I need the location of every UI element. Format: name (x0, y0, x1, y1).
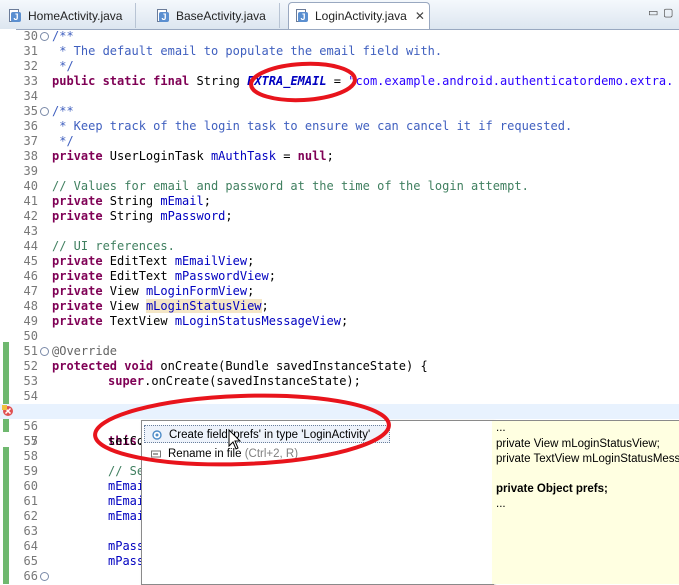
fold-icon[interactable] (40, 32, 49, 41)
line-number: 46 (23, 269, 38, 283)
line-number: 41 (23, 194, 38, 208)
preview-line: ... (496, 422, 506, 434)
java-file-icon: J (295, 9, 309, 23)
code-text: private String mEmail; (52, 194, 211, 208)
line-number: 61 (23, 494, 38, 508)
fold-icon[interactable] (40, 347, 49, 356)
quickfix-preview-pane: ... private View mLoginStatusView; priva… (492, 420, 679, 584)
tab-base-activity[interactable]: J BaseActivity.java (150, 3, 280, 28)
fold-icon[interactable] (40, 572, 49, 581)
code-text: protected void onCreate(Bundle savedInst… (52, 359, 428, 373)
code-text: private EditText mEmailView; (52, 254, 255, 268)
line-number: 38 (23, 149, 38, 163)
quickfix-create-field[interactable]: Create field 'prefs' in type 'LoginActiv… (144, 425, 390, 443)
code-text: /** (52, 104, 74, 118)
editor-tab-bar: J HomeActivity.java J BaseActivity.java … (0, 0, 679, 30)
line-number: 32 (23, 59, 38, 73)
line-number: 53 (23, 374, 38, 388)
current-line: 55this.prefs = null; (0, 404, 679, 448)
line-number: 52 (23, 359, 38, 373)
preview-line-new-field: private Object prefs; (496, 483, 608, 495)
preview-line: private View mLoginStatusView; (496, 438, 660, 450)
line-number: 45 (23, 254, 38, 268)
tab-home-activity[interactable]: J HomeActivity.java (2, 3, 136, 28)
tab-label: HomeActivity.java (28, 8, 123, 23)
maximize-icon[interactable]: ▢ (663, 6, 673, 19)
tab-login-activity[interactable]: J LoginActivity.java ✕ (288, 2, 430, 29)
code-text: mPass (108, 539, 145, 553)
code-text: private String mPassword; (52, 209, 233, 223)
line-number: 51 (23, 344, 38, 358)
line-number: 44 (23, 239, 38, 253)
line-number: 37 (23, 134, 38, 148)
code-text: setCo (108, 434, 145, 448)
preview-line: private TextView mLoginStatusMessageView… (496, 453, 679, 465)
line-number: 58 (23, 449, 38, 463)
line-number: 39 (23, 164, 38, 178)
minimize-icon[interactable]: ▭ (648, 6, 658, 19)
quickfix-popup: Create field 'prefs' in type 'LoginActiv… (141, 420, 494, 585)
line-number: 36 (23, 119, 38, 133)
close-tab-icon[interactable]: ✕ (415, 9, 425, 23)
code-text: * The default email to populate the emai… (52, 44, 443, 58)
code-text: private View mLoginFormView; (52, 284, 255, 298)
line-number: 65 (23, 554, 38, 568)
line-number: 56 (23, 419, 38, 433)
line-number: 54 (23, 389, 38, 403)
line-number: 34 (23, 89, 38, 103)
line-number: 62 (23, 509, 38, 523)
java-file-icon: J (156, 8, 170, 23)
line-number: 57 (23, 434, 38, 448)
line-number: 48 (23, 299, 38, 313)
rename-icon (151, 450, 161, 458)
fold-icon[interactable] (40, 107, 49, 116)
occurrence-highlight: mLoginStatusView (145, 299, 262, 313)
line-number: 66 (23, 569, 38, 583)
code-text: super.onCreate(savedInstanceState); (108, 374, 361, 388)
field-icon (152, 430, 162, 440)
line-number: 63 (23, 524, 38, 538)
preview-line: ... (496, 498, 506, 510)
tab-label: BaseActivity.java (176, 8, 266, 23)
line-number: 33 (23, 74, 38, 88)
code-text: mPass (108, 554, 145, 568)
code-text: // UI references. (52, 239, 175, 253)
code-text: private UserLoginTask mAuthTask = null; (52, 149, 334, 163)
code-text: mEmai (108, 509, 145, 523)
code-text: private TextView mLoginStatusMessageView… (52, 314, 349, 328)
line-number: 49 (23, 314, 38, 328)
line-number: 35 (23, 104, 38, 118)
java-file-icon: J (8, 8, 22, 23)
code-text: private EditText mPasswordView; (52, 269, 276, 283)
code-text: mEmai (108, 479, 145, 493)
tab-label: LoginActivity.java (315, 9, 407, 23)
code-text: * Keep track of the login task to ensure… (52, 119, 573, 133)
line-number: 50 (23, 329, 38, 343)
line-number: 31 (23, 44, 38, 58)
line-number: 40 (23, 179, 38, 193)
code-text: public static final String EXTRA_EMAIL =… (52, 74, 674, 88)
line-number: 47 (23, 284, 38, 298)
code-text: // Se (108, 464, 145, 478)
line-number: 43 (23, 224, 38, 238)
line-number: 60 (23, 479, 38, 493)
quickfix-rename-in-file[interactable]: Rename in file (Ctrl+2, R) (144, 445, 390, 463)
code-text: mEmai (108, 494, 145, 508)
constant-extra-email: EXTRA_EMAIL (247, 74, 327, 88)
line-number: 64 (23, 539, 38, 553)
code-text: // Values for email and password at the … (52, 179, 529, 193)
line-number: 42 (23, 209, 38, 223)
line-number: 59 (23, 464, 38, 478)
error-quickfix-icon[interactable] (2, 405, 14, 417)
code-text: */ (52, 59, 74, 73)
line-number: 30 (23, 29, 38, 43)
code-text: @Override (52, 344, 118, 358)
code-text: */ (52, 134, 74, 148)
code-text: /** (52, 29, 74, 43)
code-text: private View mLoginStatusView; (52, 299, 269, 313)
